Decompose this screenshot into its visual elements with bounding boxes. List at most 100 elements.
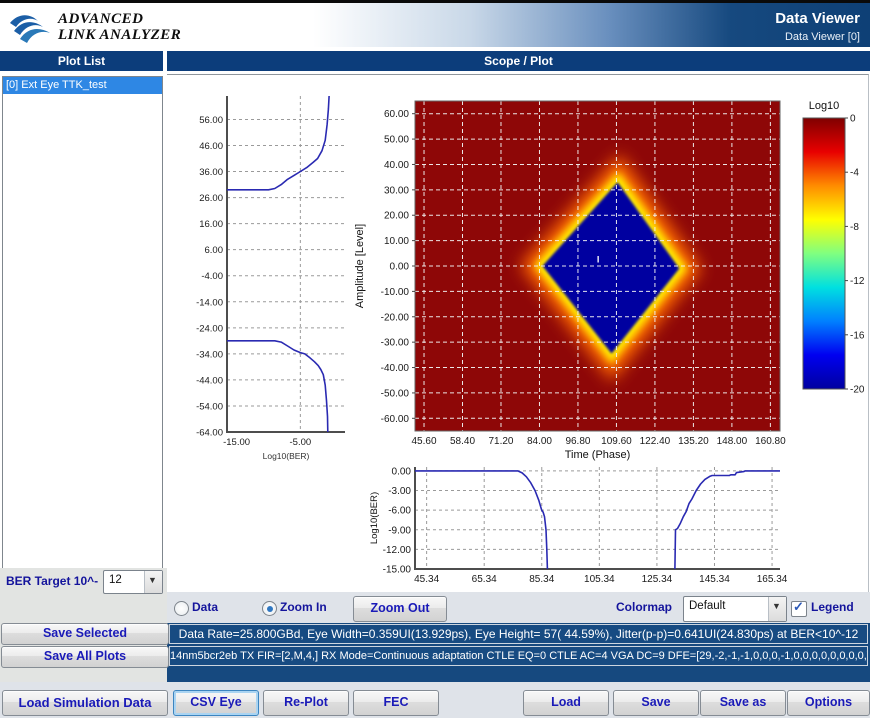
brand-text: ADVANCED LINK ANALYZER bbox=[58, 11, 181, 43]
svg-text:85.34: 85.34 bbox=[529, 574, 554, 585]
svg-text:-3.00: -3.00 bbox=[388, 486, 411, 497]
save-selected-button[interactable]: Save Selected bbox=[1, 623, 169, 645]
svg-text:40.00: 40.00 bbox=[384, 160, 409, 171]
svg-text:125.34: 125.34 bbox=[642, 574, 673, 585]
svg-text:Log10: Log10 bbox=[809, 100, 840, 112]
dropdown-arrow-icon[interactable]: ▼ bbox=[768, 597, 786, 621]
zoom-out-button[interactable]: Zoom Out bbox=[353, 596, 447, 622]
svg-text:0.00: 0.00 bbox=[390, 262, 410, 273]
svg-text:46.00: 46.00 bbox=[199, 141, 223, 152]
window-title: Data Viewer bbox=[775, 10, 860, 27]
svg-text:36.00: 36.00 bbox=[199, 167, 223, 178]
svg-text:-4: -4 bbox=[850, 168, 859, 179]
svg-text:56.00: 56.00 bbox=[199, 115, 223, 126]
svg-text:0.00: 0.00 bbox=[392, 466, 412, 477]
load-simulation-data-button[interactable]: Load Simulation Data bbox=[2, 690, 168, 716]
plot-list-item-selected[interactable]: [0] Ext Eye TTK_test bbox=[3, 77, 162, 94]
scope-plot-header: Scope / Plot bbox=[167, 51, 870, 71]
svg-text:-6.00: -6.00 bbox=[388, 506, 411, 517]
ber-target-label: BER Target 10^- bbox=[6, 574, 98, 588]
svg-text:Log10(BER): Log10(BER) bbox=[263, 451, 310, 461]
svg-text:135.20: 135.20 bbox=[678, 436, 709, 447]
scope-plot-canvas[interactable]: I 56.0046.0036.0026.0016.006.00-4.00-14.… bbox=[167, 75, 868, 593]
svg-text:45.60: 45.60 bbox=[412, 436, 437, 447]
svg-text:-12.00: -12.00 bbox=[383, 545, 412, 556]
svg-text:50.00: 50.00 bbox=[384, 135, 409, 146]
svg-text:20.00: 20.00 bbox=[384, 211, 409, 222]
brand-line1: ADVANCED bbox=[58, 11, 181, 27]
svg-text:-4.00: -4.00 bbox=[201, 271, 223, 282]
svg-text:-9.00: -9.00 bbox=[388, 525, 411, 536]
svg-text:Time (Phase): Time (Phase) bbox=[565, 449, 631, 461]
svg-text:58.40: 58.40 bbox=[450, 436, 475, 447]
svg-text:-54.00: -54.00 bbox=[196, 401, 223, 412]
brand-wave-icon bbox=[8, 11, 54, 45]
zoom-in-radio[interactable] bbox=[262, 601, 277, 616]
svg-text:-20.00: -20.00 bbox=[381, 312, 410, 323]
colormap-dropdown[interactable]: Default ▼ bbox=[683, 596, 787, 622]
ber-target-dropdown[interactable]: 12 ▼ bbox=[103, 570, 163, 594]
re-plot-button[interactable]: Re-Plot bbox=[263, 690, 349, 716]
svg-text:10.00: 10.00 bbox=[384, 236, 409, 247]
colormap-value: Default bbox=[689, 600, 725, 612]
svg-text:65.34: 65.34 bbox=[472, 574, 497, 585]
data-radio-label[interactable]: Data bbox=[192, 600, 218, 614]
svg-text:16.00: 16.00 bbox=[199, 219, 223, 230]
app-header: ADVANCED LINK ANALYZER Data Viewer Data … bbox=[0, 3, 870, 47]
svg-text:-44.00: -44.00 bbox=[196, 375, 223, 386]
svg-text:-64.00: -64.00 bbox=[196, 428, 223, 439]
svg-text:30.00: 30.00 bbox=[384, 185, 409, 196]
status-line-measurements: Data Rate=25.800GBd, Eye Width=0.359UI(1… bbox=[169, 624, 868, 644]
scope-plot-panel[interactable]: I 56.0046.0036.0026.0016.006.00-4.00-14.… bbox=[167, 74, 869, 593]
svg-text:-12: -12 bbox=[850, 276, 865, 287]
svg-text:122.40: 122.40 bbox=[640, 436, 671, 447]
svg-text:160.80: 160.80 bbox=[755, 436, 786, 447]
svg-text:96.80: 96.80 bbox=[565, 436, 590, 447]
svg-text:84.00: 84.00 bbox=[527, 436, 552, 447]
svg-text:Log10(BER): Log10(BER) bbox=[369, 492, 380, 544]
options-button[interactable]: Options bbox=[787, 690, 870, 716]
legend-checkbox-label[interactable]: Legend bbox=[811, 600, 854, 614]
brand-line2: LINK ANALYZER bbox=[58, 27, 181, 43]
svg-text:-16: -16 bbox=[850, 330, 865, 341]
save-button[interactable]: Save bbox=[613, 690, 699, 716]
fec-button[interactable]: FEC bbox=[353, 690, 439, 716]
colormap-label: Colormap bbox=[616, 600, 672, 614]
svg-text:-20: -20 bbox=[850, 385, 865, 396]
load-button[interactable]: Load bbox=[523, 690, 609, 716]
plot-list[interactable]: [0] Ext Eye TTK_test bbox=[2, 76, 163, 570]
svg-text:Amplitude [Level]: Amplitude [Level] bbox=[354, 224, 366, 308]
zoom-in-radio-label[interactable]: Zoom In bbox=[280, 600, 327, 614]
save-all-plots-button[interactable]: Save All Plots bbox=[1, 646, 169, 668]
svg-text:105.34: 105.34 bbox=[584, 574, 615, 585]
data-radio[interactable] bbox=[174, 601, 189, 616]
svg-text:I: I bbox=[597, 255, 600, 265]
svg-text:-8: -8 bbox=[850, 222, 859, 233]
svg-text:-34.00: -34.00 bbox=[196, 349, 223, 360]
svg-text:-40.00: -40.00 bbox=[381, 363, 410, 374]
svg-text:109.60: 109.60 bbox=[601, 436, 632, 447]
legend-checkbox[interactable]: ✓ bbox=[791, 601, 807, 617]
ber-target-value: 12 bbox=[109, 574, 122, 586]
svg-text:145.34: 145.34 bbox=[699, 574, 730, 585]
svg-text:-30.00: -30.00 bbox=[381, 338, 410, 349]
dropdown-arrow-icon[interactable]: ▼ bbox=[144, 571, 162, 593]
svg-text:45.34: 45.34 bbox=[414, 574, 439, 585]
svg-text:-14.00: -14.00 bbox=[196, 297, 223, 308]
svg-text:71.20: 71.20 bbox=[488, 436, 513, 447]
svg-text:-15.00: -15.00 bbox=[383, 565, 412, 576]
svg-text:-5.00: -5.00 bbox=[290, 437, 312, 448]
svg-text:-10.00: -10.00 bbox=[381, 287, 410, 298]
svg-text:-50.00: -50.00 bbox=[381, 388, 410, 399]
svg-text:0: 0 bbox=[850, 114, 856, 125]
status-line-configuration: 14nm5bcr2eb TX FIR=[2,M,4,] RX Mode=Cont… bbox=[169, 646, 868, 666]
csv-eye-button[interactable]: CSV Eye bbox=[173, 690, 259, 716]
svg-text:60.00: 60.00 bbox=[384, 109, 409, 120]
save-as-button[interactable]: Save as bbox=[700, 690, 786, 716]
svg-text:26.00: 26.00 bbox=[199, 193, 223, 204]
svg-text:-24.00: -24.00 bbox=[196, 323, 223, 334]
svg-text:-60.00: -60.00 bbox=[381, 414, 410, 425]
svg-text:148.00: 148.00 bbox=[717, 436, 748, 447]
svg-text:165.34: 165.34 bbox=[757, 574, 788, 585]
window-subtitle: Data Viewer [0] bbox=[785, 31, 860, 43]
